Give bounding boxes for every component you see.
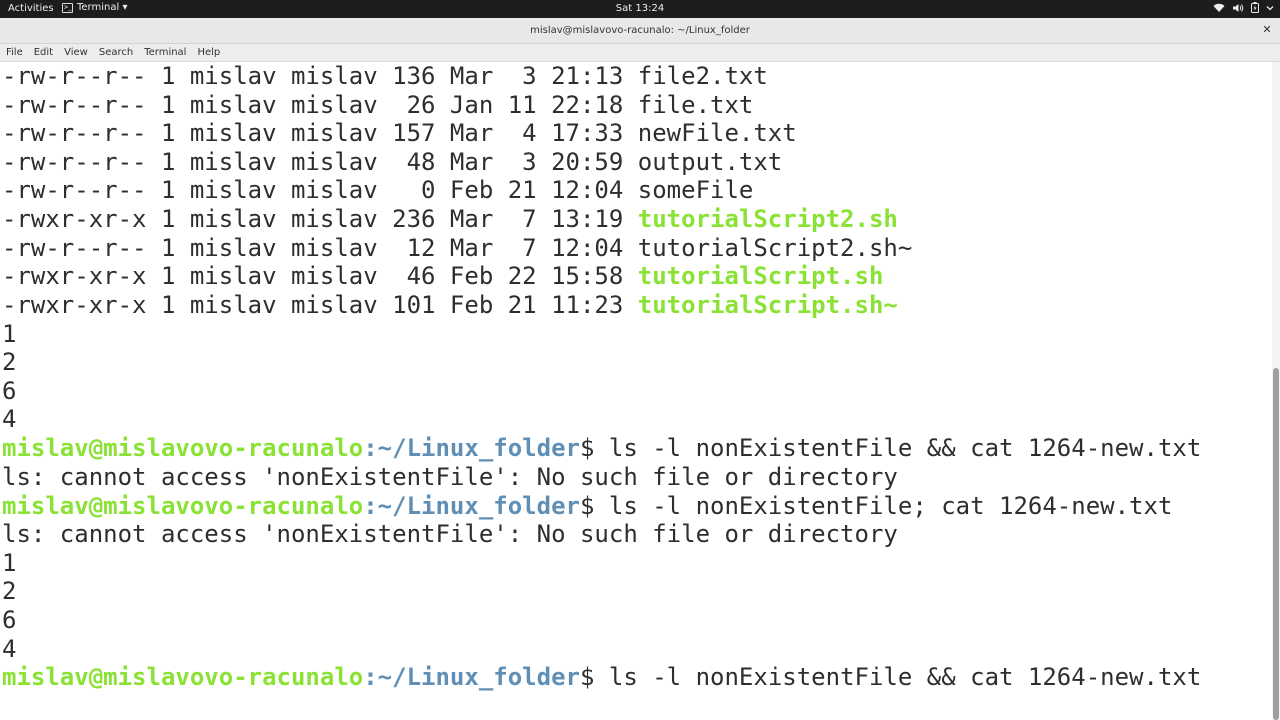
prompt-path: :~/Linux_folder (363, 434, 580, 462)
executable-file-name: tutorialScript2.sh (637, 205, 898, 233)
file-name: tutorialScript2.sh~ (637, 234, 913, 262)
error-line: ls: cannot access 'nonExistentFile': No … (2, 520, 898, 548)
ls-row: -rw-r--r-- 1 mislav mislav 48 Mar 3 20:5… (2, 148, 783, 176)
prompt-line: mislav@mislavovo-racunalo:~/Linux_folder… (2, 434, 1201, 462)
ls-row: -rwxr-xr-x 1 mislav mislav 46 Feb 22 15:… (2, 262, 884, 290)
menu-terminal[interactable]: Terminal (144, 47, 186, 58)
terminal-scrollbar[interactable] (1272, 62, 1280, 720)
command-input: $ ls -l nonExistentFile && cat 1264-new.… (579, 663, 1202, 691)
system-status-area[interactable] (1213, 2, 1274, 13)
file-name: someFile (637, 176, 754, 204)
executable-file-name: tutorialScript.sh (637, 262, 884, 290)
close-window-button[interactable]: ✕ (1260, 23, 1274, 37)
window-title-bar[interactable]: mislav@mislavovo-racunalo: ~/Linux_folde… (0, 18, 1280, 44)
menu-search[interactable]: Search (99, 47, 133, 58)
ls-row: -rwxr-xr-x 1 mislav mislav 236 Mar 7 13:… (2, 205, 898, 233)
chevron-down-icon (1266, 5, 1274, 10)
menu-file[interactable]: File (6, 47, 23, 58)
error-line: ls: cannot access 'nonExistentFile': No … (2, 463, 898, 491)
window-title: mislav@mislavovo-racunalo: ~/Linux_folde… (530, 25, 750, 36)
terminal-icon: >_ (62, 2, 73, 13)
ls-row: -rw-r--r-- 1 mislav mislav 12 Mar 7 12:0… (2, 234, 913, 262)
prompt-line: mislav@mislavovo-racunalo:~/Linux_folder… (2, 492, 1172, 520)
command-text: $ ls -l nonExistentFile; cat 1264-new.tx… (579, 492, 1173, 520)
executable-file-name: tutorialScript.sh~ (637, 291, 898, 319)
app-menu-button[interactable]: >_ Terminal ▾ (62, 2, 127, 13)
volume-icon (1233, 3, 1244, 12)
gnome-top-bar: Activities >_ Terminal ▾ Sat 13:24 (0, 0, 1280, 18)
output-line: 4 (2, 405, 17, 433)
menu-view[interactable]: View (64, 47, 88, 58)
output-line: 2 (2, 577, 17, 605)
output-line: 1 (2, 549, 17, 577)
ls-row: -rwxr-xr-x 1 mislav mislav 101 Feb 21 11… (2, 291, 898, 319)
output-line: 6 (2, 377, 17, 405)
file-name: file2.txt (637, 62, 768, 90)
file-name: output.txt (637, 148, 783, 176)
clock[interactable]: Sat 13:24 (616, 3, 664, 14)
battery-icon (1251, 2, 1259, 13)
terminal-output[interactable]: -rw-r--r-- 1 mislav mislav 136 Mar 3 21:… (0, 62, 1272, 720)
menu-help[interactable]: Help (197, 47, 220, 58)
prompt-user-host: mislav@mislavovo-racunalo (2, 434, 364, 462)
ls-row: -rw-r--r-- 1 mislav mislav 157 Mar 4 17:… (2, 119, 797, 147)
output-line: 4 (2, 635, 17, 663)
file-name: file.txt (637, 91, 754, 119)
output-line: 1 (2, 320, 17, 348)
prompt-user-host: mislav@mislavovo-racunalo (2, 663, 364, 691)
wifi-icon (1213, 3, 1225, 12)
scrollbar-thumb[interactable] (1273, 368, 1279, 720)
menu-bar: File Edit View Search Terminal Help (0, 44, 1280, 62)
file-name: newFile.txt (637, 119, 797, 147)
menu-edit[interactable]: Edit (34, 47, 53, 58)
app-menu-label: Terminal ▾ (77, 2, 128, 13)
prompt-path: :~/Linux_folder (363, 492, 580, 520)
ls-row: -rw-r--r-- 1 mislav mislav 136 Mar 3 21:… (2, 62, 768, 90)
ls-row: -rw-r--r-- 1 mislav mislav 0 Feb 21 12:0… (2, 176, 754, 204)
ls-row: -rw-r--r-- 1 mislav mislav 26 Jan 11 22:… (2, 91, 754, 119)
prompt-user-host: mislav@mislavovo-racunalo (2, 492, 364, 520)
prompt-path: :~/Linux_folder (363, 663, 580, 691)
command-text: $ ls -l nonExistentFile && cat 1264-new.… (579, 434, 1202, 462)
prompt-line[interactable]: mislav@mislavovo-racunalo:~/Linux_folder… (2, 663, 1201, 691)
activities-button[interactable]: Activities (8, 3, 54, 14)
output-line: 2 (2, 348, 17, 376)
output-line: 6 (2, 606, 17, 634)
